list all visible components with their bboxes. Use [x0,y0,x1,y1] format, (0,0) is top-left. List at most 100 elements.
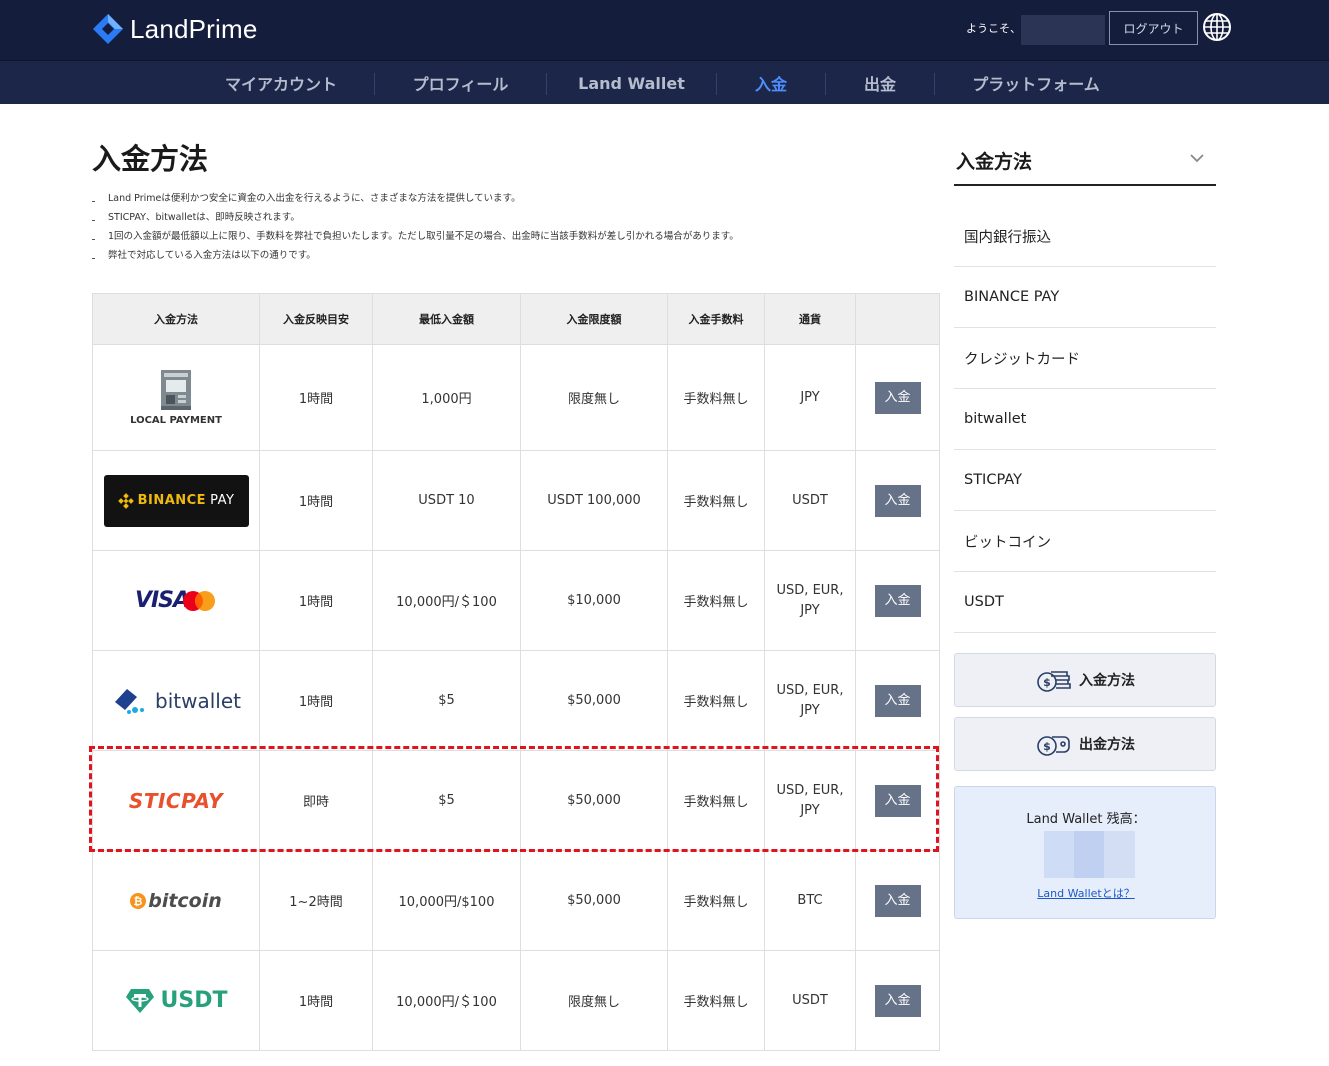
nav-platform[interactable]: プラットフォーム [935,61,1137,105]
note-item: Land Primeは便利かつ安全に資金の入出金を行えるように、さまざまな方法を… [92,189,739,208]
svg-text:$: $ [1043,676,1051,689]
binance-pay-text: PAY [210,493,235,508]
main-nav: マイアカウント プロフィール Land Wallet 入金 出金 プラットフォー… [0,60,1329,104]
deposit-button[interactable]: 入金 [874,984,921,1017]
top-header: LandPrime ようこそ、 ログアウト [0,0,1329,60]
action-cell: 入金 [855,950,940,1051]
sidebar-item-sticpay[interactable]: STICPAY [954,450,1216,511]
min-cell: 10,000円/＄100 [372,550,521,651]
sidebar-item-binance-pay[interactable]: BINANCE PAY [954,267,1216,328]
currency-line: USD, EUR, [776,782,844,798]
action-cell: 入金 [855,344,940,451]
fee-cell: 手数料無し [667,550,765,651]
time-cell: 1時間 [259,950,373,1051]
currency-cell: USDT [764,950,856,1051]
table-row: BINANCE PAY 1時間 USDT 10 USDT 100,000 手数料無… [92,450,940,551]
what-is-land-wallet-link[interactable]: Land Walletとは？ [955,885,1217,901]
globe-icon[interactable] [1202,12,1232,42]
min-cell: $5 [372,750,521,851]
limit-cell: $10,000 [520,550,668,651]
limit-cell: $50,000 [520,750,668,851]
coins-stack-icon: $ [1037,671,1071,692]
sidebar-item-bank-transfer[interactable]: 国内銀行振込 [954,206,1216,267]
binance-icon [117,492,134,509]
visa-mastercard-logo: VISA [135,588,217,613]
svg-text:₿: ₿ [134,895,143,908]
time-cell: 1時間 [259,450,373,551]
svg-text:$: $ [1043,740,1051,753]
sidebar-item-credit-card[interactable]: クレジットカード [954,328,1216,389]
col-header-method: 入金方法 [92,293,260,345]
nav-withdraw[interactable]: 出金 [826,61,934,105]
sticpay-logo: STICPAY [128,788,224,813]
usdt-logo: USDT [125,988,227,1014]
fee-cell: 手数料無し [667,750,765,851]
sidebar-title[interactable]: 入金方法 [954,135,1216,186]
currency-line: JPY [800,389,820,405]
deposit-button[interactable]: 入金 [874,381,921,414]
col-header-time: 入金反映目安 [259,293,373,345]
time-cell: 1時間 [259,550,373,651]
deposit-methods-table: 入金方法 入金反映目安 最低入金額 入金限度額 入金手数料 通貨 LOCAL P… [92,293,940,1051]
currency-cell: USD, EUR, JPY [764,550,856,651]
bitcoin-text: bitcoin [148,889,222,912]
time-cell: 1~2時間 [259,850,373,951]
deposit-button[interactable]: 入金 [874,484,921,517]
wallet-balance-label: Land Wallet 残高： [1026,812,1146,827]
action-cell: 入金 [855,450,940,551]
land-wallet-balance-card: Land Wallet 残高： Land Walletとは？ [954,786,1216,919]
method-logo-cell: bitwallet [92,650,260,751]
withdraw-method-button[interactable]: $ 出金方法 [954,717,1216,771]
wallet-balance-masked [1044,831,1135,878]
deposit-button[interactable]: 入金 [874,584,921,617]
table-row: LOCAL PAYMENT 1時間 1,000円 限度無し 手数料無し JPY … [92,344,940,451]
deposit-button[interactable]: 入金 [874,784,921,817]
table-row: ₿ bitcoin 1~2時間 10,000円/$100 $50,000 手数料… [92,850,940,951]
col-header-currency: 通貨 [764,293,856,345]
atm-icon [161,370,191,410]
fee-cell: 手数料無し [667,650,765,751]
table-row: USDT 1時間 10,000円/＄100 限度無し 手数料無し USDT 入金 [92,950,940,1051]
min-cell: USDT 10 [372,450,521,551]
limit-cell: $50,000 [520,650,668,751]
method-logo-cell: ₿ bitcoin [92,850,260,951]
brand-logo[interactable]: LandPrime [92,12,258,46]
min-cell: 1,000円 [372,344,521,451]
sidebar-item-bitcoin[interactable]: ビットコイン [954,511,1216,572]
bitcoin-logo: ₿ bitcoin [130,890,222,912]
tether-icon [125,988,154,1013]
deposit-button[interactable]: 入金 [874,884,921,917]
diamond-logo-icon [93,14,123,44]
min-cell: $5 [372,650,521,751]
note-item: 弊社で対応している入金方法は以下の通りです。 [92,246,739,265]
username-masked [1021,15,1105,45]
method-logo-cell: LOCAL PAYMENT [92,344,260,451]
bitcoin-icon: ₿ [130,892,147,909]
table-row: bitwallet 1時間 $5 $50,000 手数料無し USD, EUR,… [92,650,940,751]
nav-profile[interactable]: プロフィール [375,61,546,105]
limit-cell: 限度無し [520,950,668,1051]
sidebar-item-usdt[interactable]: USDT [954,572,1216,633]
method-logo-cell: BINANCE PAY [92,450,260,551]
time-cell: 即時 [259,750,373,851]
brand-name: LandPrime [130,13,258,44]
sidebar-title-text: 入金方法 [956,151,1033,173]
fee-cell: 手数料無し [667,450,765,551]
mastercard-icon [183,590,216,611]
nav-deposit[interactable]: 入金 [717,61,825,105]
notes-list: Land Primeは便利かつ安全に資金の入出金を行えるように、さまざまな方法を… [92,189,739,265]
method-logo-cell: VISA [92,550,260,651]
min-cell: 10,000円/＄100 [372,950,521,1051]
currency-line: JPY [800,702,820,718]
nav-land-wallet[interactable]: Land Wallet [547,61,716,105]
sidebar-item-bitwallet[interactable]: bitwallet [954,389,1216,450]
deposit-method-button[interactable]: $ 入金方法 [954,653,1216,707]
time-cell: 1時間 [259,344,373,451]
method-logo-cell: USDT [92,950,260,1051]
binance-text: BINANCE [137,493,207,508]
nav-my-account[interactable]: マイアカウント [188,61,374,105]
deposit-button[interactable]: 入金 [874,684,921,717]
logout-button[interactable]: ログアウト [1109,11,1198,45]
action-cell: 入金 [855,750,940,851]
bitwallet-icon [115,688,145,714]
